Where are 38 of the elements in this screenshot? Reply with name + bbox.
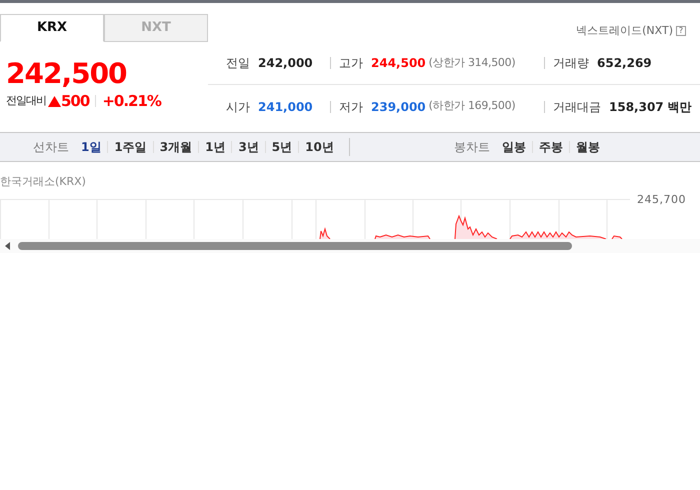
y-axis-label: 245,700 (637, 192, 686, 208)
stat-label: 전일 (226, 55, 250, 72)
market-tab[interactable]: KRX (0, 14, 104, 42)
stat-value: 244,500 (371, 55, 426, 72)
period-option[interactable]: 10년 (305, 138, 334, 156)
limit-text: (상한가 314,500) (428, 54, 516, 71)
stat-value: 158,307 (609, 98, 664, 116)
chart-type-label: 봉차트 (454, 139, 490, 156)
stat-label: 거래대금 (553, 98, 601, 116)
exchange-label: 한국거래소(KRX) (0, 175, 86, 188)
stat-label: 고가 (339, 55, 363, 72)
chart-type-label: 선차트 (33, 139, 69, 156)
period-option[interactable]: 5년 (272, 138, 292, 156)
stat-label: 시가 (226, 98, 250, 116)
stat-value: 652,269 (597, 55, 652, 72)
up-triangle-icon (48, 96, 61, 107)
stat-label: 거래량 (553, 55, 589, 72)
limit-text: (하한가 169,500) (428, 98, 516, 114)
period-option[interactable]: 3개월 (160, 138, 192, 156)
change-label: 전일대비 (6, 93, 46, 109)
stat-unit: 백만 (668, 98, 692, 116)
period-option[interactable]: 3년 (238, 138, 259, 156)
period-option[interactable]: 1일 (81, 138, 102, 156)
price-line (454, 214, 498, 239)
stat-value: 242,000 (258, 55, 313, 72)
change-percent: +0.21% (102, 91, 161, 112)
period-option[interactable]: 월봉 (576, 138, 600, 156)
period-option[interactable]: 일봉 (502, 138, 526, 156)
stat-label: 저가 (339, 98, 363, 116)
stat-value: 239,000 (371, 98, 426, 116)
period-option[interactable]: 1주일 (114, 138, 147, 156)
period-option[interactable]: 1년 (205, 138, 226, 156)
nxt-link[interactable]: 넥스트레이드(NXT) (576, 22, 673, 40)
help-icon[interactable]: ? (676, 26, 686, 36)
current-price: 242,500 (6, 58, 128, 90)
period-option[interactable]: 주봉 (539, 138, 563, 156)
change-amount: 500 (61, 91, 90, 112)
stat-value: 241,000 (258, 98, 313, 116)
